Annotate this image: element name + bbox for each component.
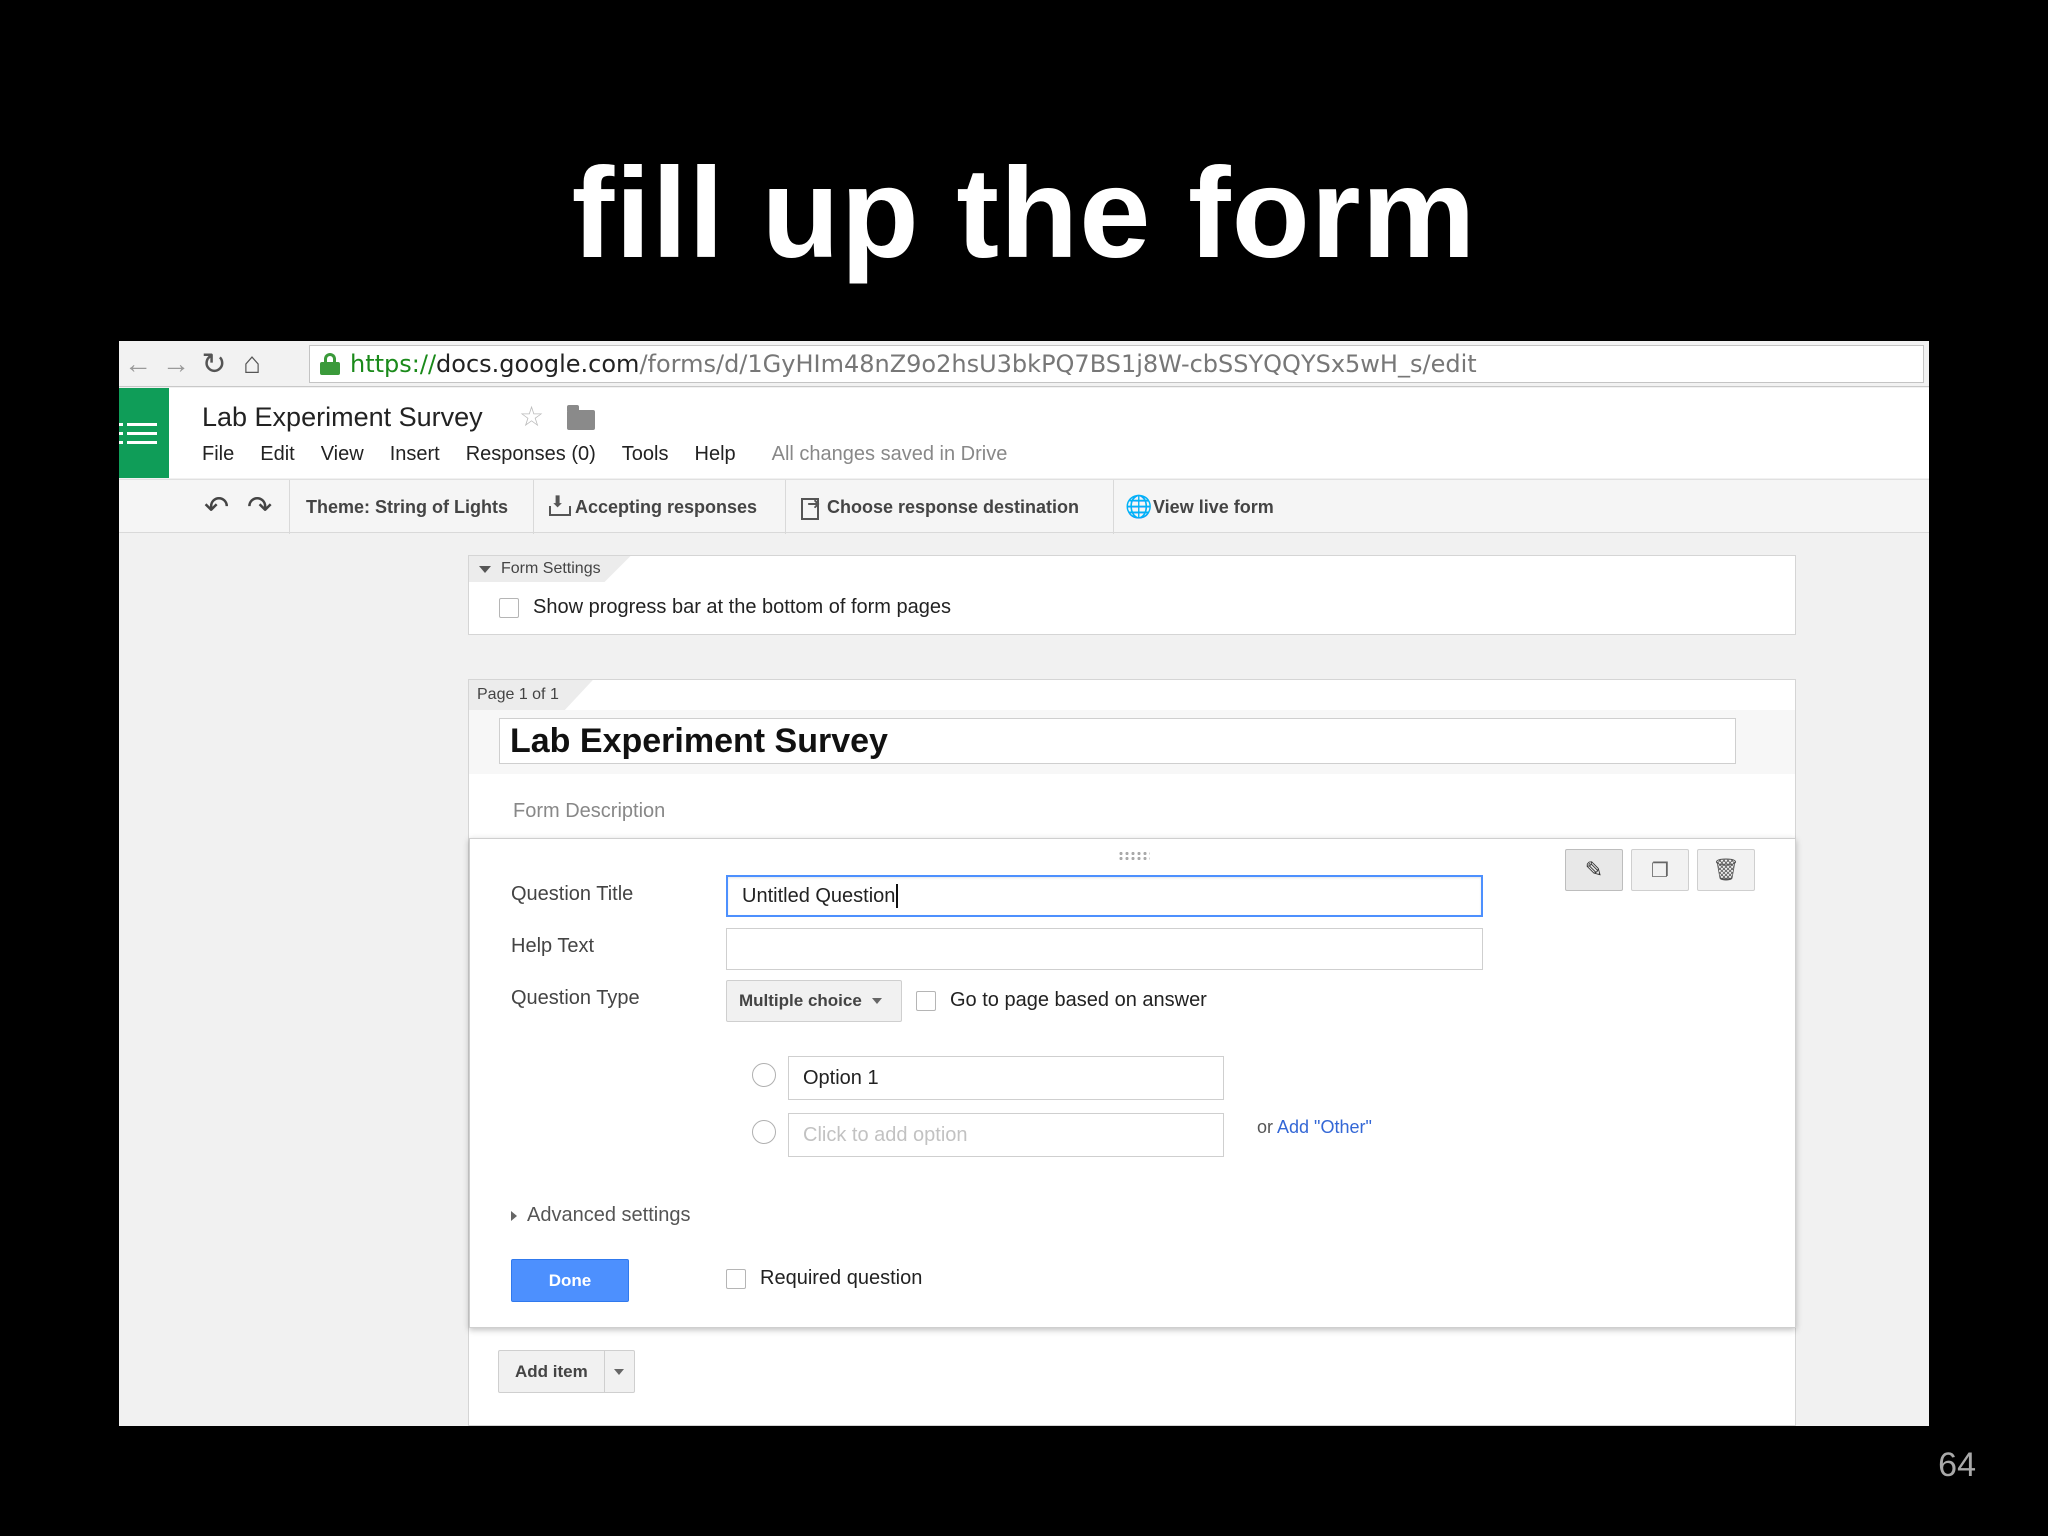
globe-icon: 🌐 [1125, 494, 1153, 519]
menu-responses[interactable]: Responses (0) [466, 443, 596, 466]
duplicate-icon: ❐ [1651, 859, 1669, 882]
back-arrow-icon[interactable]: ← [121, 347, 155, 381]
view-live-form-label: View live form [1153, 496, 1274, 517]
delete-question-button[interactable]: 🗑 [1697, 849, 1755, 891]
question-title-value: Untitled Question [742, 884, 896, 907]
form-description-input[interactable]: Form Description [513, 800, 665, 823]
duplicate-question-button[interactable]: ❐ [1631, 849, 1689, 891]
option-1-radio [752, 1063, 776, 1087]
option-1-input[interactable]: Option 1 [788, 1056, 1224, 1100]
theme-button[interactable]: Theme: String of Lights [306, 480, 508, 534]
add-other-link[interactable]: Add "Other" [1277, 1117, 1372, 1137]
required-question-checkbox[interactable] [726, 1268, 746, 1289]
response-destination-button[interactable]: Choose response destination [799, 480, 1079, 534]
toolbar-divider [785, 480, 786, 534]
menu-edit[interactable]: Edit [260, 443, 294, 466]
undo-icon[interactable]: ↶ [204, 490, 229, 525]
slide-number: 64 [1938, 1446, 1976, 1484]
forward-arrow-icon[interactable]: → [159, 347, 193, 381]
progress-bar-label: Show progress bar at the bottom of form … [533, 596, 951, 618]
chevron-down-icon [614, 1368, 625, 1375]
redo-icon[interactable]: ↷ [247, 490, 272, 525]
accepting-responses-label: Accepting responses [575, 496, 758, 517]
help-text-label: Help Text [511, 935, 595, 957]
folder-icon[interactable] [567, 405, 595, 430]
toolbar-divider [1113, 480, 1114, 534]
goto-page-checkbox[interactable] [916, 990, 936, 1011]
drag-handle-icon[interactable] [1118, 851, 1150, 861]
question-type-value: Multiple choice [739, 991, 862, 1010]
edit-question-button[interactable]: ✎ [1565, 849, 1623, 891]
advanced-settings-toggle[interactable]: Advanced settings [511, 1204, 690, 1227]
question-title-input[interactable]: Untitled Question [726, 875, 1483, 917]
goto-page-label: Go to page based on answer [950, 989, 1207, 1011]
app-header: Lab Experiment Survey ☆ File Edit View I… [119, 388, 1929, 478]
form-settings-tab[interactable]: Form Settings [469, 556, 631, 582]
or-text: or [1257, 1117, 1274, 1137]
question-actions: ✎ ❐ 🗑 [1565, 849, 1755, 891]
question-editor-card: ✎ ❐ 🗑 Question Title Untitled Question H… [469, 838, 1796, 1328]
home-icon[interactable]: ⌂ [235, 347, 269, 381]
reload-icon[interactable]: ↻ [197, 347, 231, 381]
form-title-input[interactable]: Lab Experiment Survey [499, 718, 1736, 764]
download-icon [547, 492, 571, 518]
form-title-band: Lab Experiment Survey [469, 710, 1795, 774]
goto-page-option: Go to page based on answer [916, 989, 1207, 1012]
doc-title[interactable]: Lab Experiment Survey [202, 402, 483, 433]
form-settings-tab-label: Form Settings [501, 560, 601, 577]
browser-toolbar: ← → ↻ ⌂ https://docs.google.com/forms/d/… [119, 341, 1929, 387]
address-bar[interactable]: https://docs.google.com/forms/d/1GyHIm48… [309, 345, 1924, 383]
chevron-down-icon [871, 998, 882, 1004]
progress-bar-option: Show progress bar at the bottom of form … [499, 596, 951, 619]
star-icon[interactable]: ☆ [519, 400, 544, 433]
question-type-select[interactable]: Multiple choice [726, 980, 902, 1022]
required-question-label: Required question [760, 1267, 923, 1289]
add-other-row: or Add "Other" [1257, 1117, 1372, 1138]
toolbar-divider [533, 480, 534, 534]
menu-insert[interactable]: Insert [390, 443, 440, 466]
menu-help[interactable]: Help [695, 443, 736, 466]
menu-bar: File Edit View Insert Responses (0) Tool… [202, 443, 1007, 466]
forms-logo-icon[interactable] [119, 388, 169, 478]
add-option-input[interactable]: Click to add option [788, 1113, 1224, 1157]
question-title-label: Question Title [511, 883, 634, 905]
view-live-form-button[interactable]: 🌐 View live form [1125, 480, 1274, 534]
toolbar-divider [289, 480, 290, 534]
menu-file[interactable]: File [202, 443, 234, 466]
trash-icon: 🗑 [1712, 857, 1740, 882]
text-cursor [896, 884, 899, 908]
add-item-button[interactable]: Add item [498, 1350, 605, 1393]
form-settings-panel: Form Settings Show progress bar at the b… [468, 555, 1796, 635]
done-button[interactable]: Done [511, 1259, 629, 1302]
help-text-input[interactable] [726, 928, 1483, 970]
editor-toolbar: ↶ ↷ Theme: String of Lights Accepting re… [119, 479, 1929, 534]
lock-icon [320, 353, 340, 375]
save-status: All changes saved in Drive [771, 443, 1008, 465]
progress-bar-checkbox[interactable] [499, 597, 519, 618]
menu-tools[interactable]: Tools [622, 443, 669, 466]
add-item-control: Add item [498, 1350, 635, 1393]
add-option-radio [752, 1120, 776, 1144]
menu-view[interactable]: View [321, 443, 364, 466]
url-scheme: https:// [350, 350, 437, 378]
caret-down-icon [479, 566, 491, 573]
add-item-dropdown[interactable] [604, 1350, 635, 1393]
url-host: docs.google.com [436, 350, 640, 378]
page-tab: Page 1 of 1 [469, 680, 593, 710]
slide-title: fill up the form [571, 142, 1477, 285]
question-type-label: Question Type [511, 987, 640, 1009]
required-question-option: Required question [726, 1267, 922, 1290]
url-path: /forms/d/1GyHIm48nZ9o2hsU3bkPQ7BS1j8W-cb… [639, 350, 1477, 378]
response-destination-label: Choose response destination [827, 496, 1080, 517]
browser-screenshot: ← → ↻ ⌂ https://docs.google.com/forms/d/… [119, 341, 1929, 1426]
advanced-settings-label: Advanced settings [527, 1204, 691, 1226]
pencil-icon: ✎ [1584, 857, 1604, 882]
export-icon [799, 494, 821, 520]
caret-right-icon [511, 1210, 517, 1221]
accepting-responses-button[interactable]: Accepting responses [547, 480, 757, 534]
